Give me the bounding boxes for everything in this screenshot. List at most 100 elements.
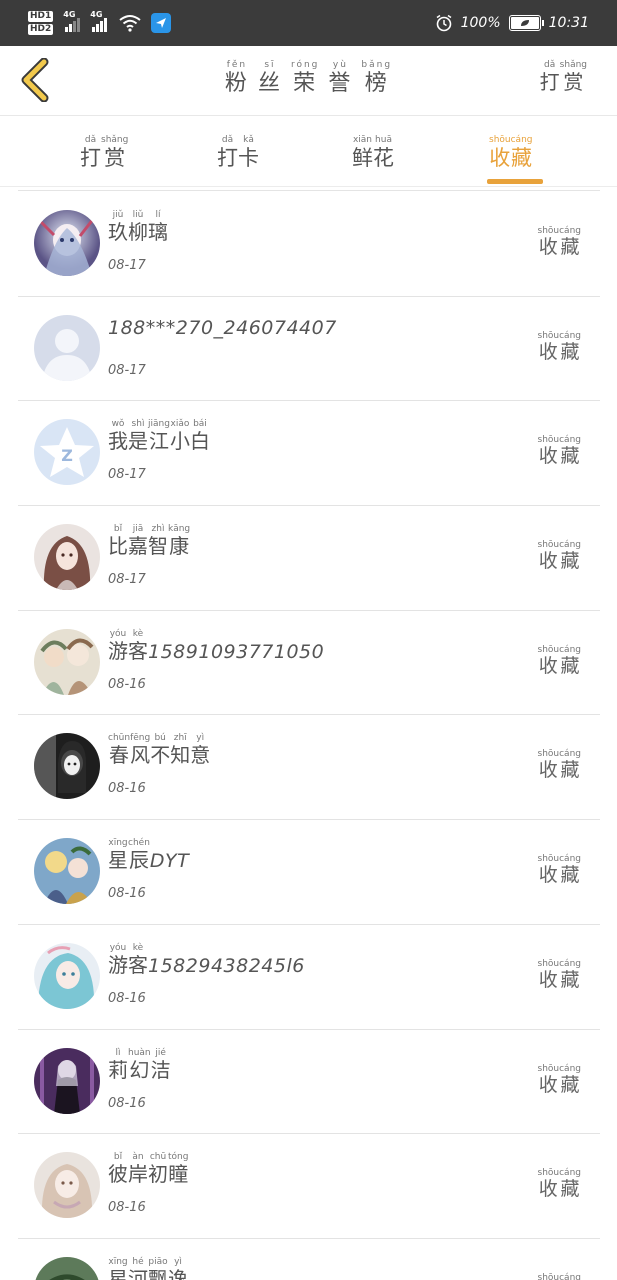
favorite-date: 08-16 xyxy=(108,676,146,692)
action-char: 收 xyxy=(538,445,558,468)
list-item[interactable]: chūn 春 fēng 风 bú 不 zhī 知 yì 意 08-16 shōu 收 cáng 藏 xyxy=(0,715,617,820)
name-char: 客 xyxy=(128,638,148,663)
user-name-text: 15891093771050 xyxy=(148,640,325,663)
hd-indicators: HD1 HD2 xyxy=(28,11,54,35)
tab-char: 卡 xyxy=(238,146,259,170)
anime-green-partial-image xyxy=(34,1256,100,1280)
name-char: 洁 xyxy=(150,1057,171,1082)
name-char: 璃 xyxy=(148,220,168,244)
tab-char: 赏 xyxy=(104,146,126,170)
tab-char: 收 xyxy=(489,146,511,170)
user-name: jiǔ 玖 liǔ 柳 lí 璃 xyxy=(108,210,168,244)
tab-char: 打 xyxy=(80,146,101,170)
avatar[interactable] xyxy=(34,942,100,1009)
list-item[interactable]: xīng 星 chén 辰 DYT 08-16 shōu 收 cáng 藏 xyxy=(0,820,617,925)
title-pinyin: sī xyxy=(264,60,276,70)
favorite-action-label: shōu收cáng藏 xyxy=(538,749,582,782)
list-item[interactable]: bǐ 彼 àn 岸 chū 初 tóng 瞳 08-16 shōu 收 cáng 藏 xyxy=(0,1134,617,1239)
title-char: 荣 xyxy=(293,71,318,96)
network-type-1: 4G xyxy=(63,10,76,19)
anime-teal-hair-image xyxy=(34,942,100,1009)
name-char: 嘉 xyxy=(128,534,148,559)
name-char: 河 xyxy=(128,1266,148,1280)
tab-pinyin: xiān xyxy=(352,135,373,145)
name-char: 康 xyxy=(169,534,190,559)
avatar[interactable] xyxy=(34,1047,100,1114)
tab-favorites[interactable]: shōu 收 cáng 藏 xyxy=(489,135,533,170)
action-char: 藏 xyxy=(560,550,580,573)
name-char: 彼 xyxy=(108,1162,128,1187)
tab-flowers[interactable]: xiān 鲜 huā 花 xyxy=(352,135,394,170)
battery-icon xyxy=(508,15,544,31)
hd1-badge: HD1 xyxy=(28,11,54,22)
favorite-date: 08-16 xyxy=(108,990,146,1006)
action-char: 收 xyxy=(538,1178,558,1201)
wifi-icon xyxy=(119,15,141,32)
avatar[interactable] xyxy=(34,314,100,381)
tab-pinyin: shōu xyxy=(489,135,511,145)
action-pinyin: shōu xyxy=(537,1063,560,1074)
avatar[interactable] xyxy=(34,210,100,276)
name-char: 初 xyxy=(148,1162,168,1187)
action-char: 藏 xyxy=(560,968,580,991)
favorite-date: 08-16 xyxy=(108,886,146,902)
name-char: 意 xyxy=(190,743,211,768)
page-header: fěn 粉 sī 丝 róng 荣 yù 誉 bǎng 榜 dǎ 打 shǎng 赏 xyxy=(0,46,617,116)
tab-pinyin: kǎ xyxy=(243,135,254,145)
list-item[interactable]: lì 莉 huàn 幻 jié 洁 08-16 shōu 收 cáng 藏 xyxy=(0,1030,617,1135)
title-pinyin: róng xyxy=(290,60,320,70)
list-item[interactable]: xīng星hé河piāo飘yì逸 shōu收cáng藏 xyxy=(0,1239,617,1280)
list-item[interactable]: yóu 游 kè 客 15891093771050 08-16 shōu 收 cáng 藏 xyxy=(0,611,617,716)
avatar[interactable] xyxy=(34,838,100,905)
list-item[interactable]: jiǔ 玖 liǔ 柳 lí 璃 08-17 shōu 收 cáng 藏 xyxy=(0,192,617,297)
avatar[interactable]: Z xyxy=(34,419,100,486)
action-char: 收 xyxy=(538,1073,558,1096)
favorite-action-label: shōu收cáng藏 xyxy=(538,854,582,887)
tab-checkin[interactable]: dǎ 打 kǎ 卡 xyxy=(217,135,259,170)
list-item[interactable]: 188***270_246074407 08-17 shōu 收 cáng 藏 xyxy=(0,297,617,402)
name-char: 岸 xyxy=(128,1162,148,1187)
app-notification-icon xyxy=(151,13,172,33)
name-char: 客 xyxy=(128,952,148,977)
anime-colorful-characters-image xyxy=(34,838,100,905)
action-char: 收 xyxy=(538,864,558,887)
name-char: 比 xyxy=(108,534,128,559)
signal-2-icon: 4G xyxy=(90,10,108,32)
network-type-2: 4G xyxy=(90,10,103,19)
tab-reward[interactable]: dǎ 打 shǎng 赏 xyxy=(80,135,128,170)
avatar[interactable] xyxy=(34,628,100,695)
name-char: 游 xyxy=(108,638,128,663)
favorite-action-label: shōu收cáng藏 xyxy=(538,1168,582,1201)
action-char: 藏 xyxy=(560,864,580,887)
tab-pinyin: dǎ xyxy=(221,135,234,145)
favorite-date: 08-16 xyxy=(108,781,146,797)
name-char: 知 xyxy=(170,743,191,768)
name-char: 辰 xyxy=(128,848,149,873)
action-char: 藏 xyxy=(560,1178,580,1201)
list-item[interactable]: bǐ 比 jiā 嘉 zhì 智 kāng 康 08-17 shōu 收 cáng 藏 xyxy=(0,506,617,611)
avatar[interactable] xyxy=(34,733,100,800)
action-pinyin: cáng xyxy=(559,1272,581,1280)
reward-char: 赏 xyxy=(563,70,584,94)
name-pinyin: huàn xyxy=(128,1047,151,1058)
user-name: bǐ 比 jiā 嘉 zhì 智 kāng 康 xyxy=(108,524,190,558)
action-char: 收 xyxy=(538,340,558,363)
avatar[interactable] xyxy=(34,1256,100,1280)
name-char: 我 xyxy=(108,429,128,454)
reward-button[interactable]: dǎ 打 shǎng 赏 xyxy=(540,60,587,94)
default-user-avatar-image xyxy=(34,314,100,381)
list-item[interactable]: Zwǒ 我 shì 是 jiāng 江 xiǎo 小 bái 白 08-17 shōu 收 cáng 藏 xyxy=(0,401,617,506)
tab-char: 鲜 xyxy=(352,146,373,170)
anime-purple-stage-image xyxy=(34,1047,100,1114)
user-name-text: 188***270_246074407 xyxy=(108,316,337,339)
title-pinyin: fěn xyxy=(226,60,248,70)
tab-char: 藏 xyxy=(511,146,533,170)
action-char: 藏 xyxy=(560,654,580,677)
favorite-date: 08-17 xyxy=(108,362,146,378)
avatar[interactable] xyxy=(34,524,100,591)
tab-pinyin: cáng xyxy=(510,135,533,145)
reward-char: 打 xyxy=(539,70,560,94)
favorite-action-label: shōu收cáng藏 xyxy=(538,540,582,573)
list-item[interactable]: yóu 游 kè 客 15829438245l6 08-16 shōu 收 cáng 藏 xyxy=(0,925,617,1030)
avatar[interactable] xyxy=(34,1152,100,1219)
